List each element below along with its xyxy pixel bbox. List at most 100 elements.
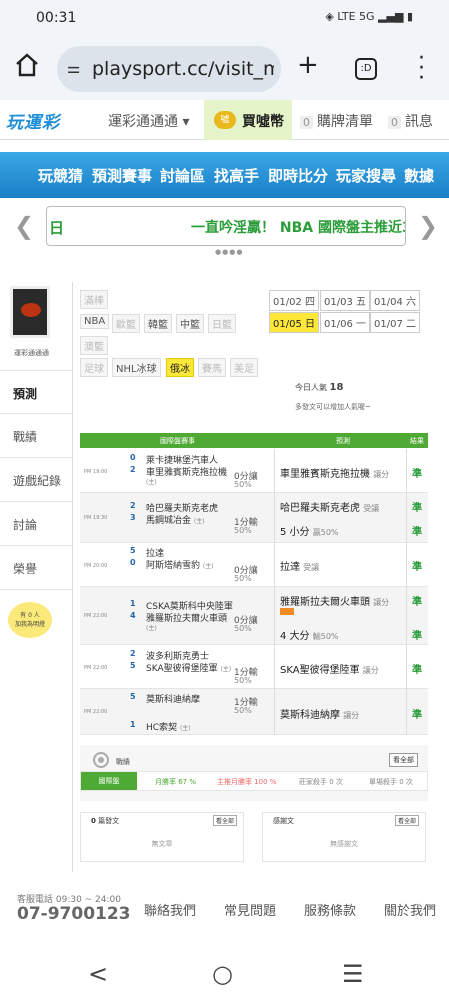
sidebar-item-discussion[interactable]: 討論 bbox=[0, 502, 72, 546]
team-home: 車里雅賓斯克拖拉機 bbox=[146, 468, 228, 478]
filter-euro-basket[interactable]: 歐籃 bbox=[112, 314, 140, 333]
record-panel: 戰績 看全部 國際盤 月勝率 67 % 主推月勝率 100 % 莊家殺手 0 次… bbox=[80, 745, 428, 801]
posts-box: 0 篇發文 看全部 無文章 bbox=[80, 812, 244, 862]
service-phone[interactable]: 07-9700123 bbox=[17, 904, 131, 924]
date-0106[interactable]: 01/06 一 bbox=[320, 312, 370, 333]
table-row[interactable]: PM 22:00 2 5 波多利斯克勇士 SKA聖彼得堡陸軍 (主) 1分輸 5… bbox=[80, 645, 428, 689]
lottery-dropdown[interactable]: 運彩通通通 ▾ bbox=[108, 111, 189, 131]
date-0103[interactable]: 01/03 五 bbox=[320, 290, 370, 311]
filter-cba[interactable]: 中籃 bbox=[176, 314, 204, 333]
posts-more-button[interactable]: 看全部 bbox=[212, 815, 237, 826]
table-row[interactable]: PM 19:30 2 3 哈巴羅夫斯克老虎 馬鋼城冶金 (主) 1分輸 50% … bbox=[80, 493, 428, 543]
tab-switcher-icon[interactable]: :D bbox=[355, 58, 377, 80]
score-away: 5 bbox=[130, 692, 136, 701]
menu-icon[interactable]: · · · bbox=[418, 48, 425, 90]
home-marker: (主) bbox=[146, 479, 157, 486]
thanks-title: 感謝文 bbox=[273, 817, 294, 825]
table-row[interactable]: PM 22:00 5 1 莫斯科迪納摩 HC索契 (主) 1分輸 50% 莫斯科… bbox=[80, 689, 428, 735]
site-logo[interactable]: 玩運彩 bbox=[6, 108, 60, 133]
url-text[interactable]: playsport.cc/visit_mer bbox=[92, 58, 274, 80]
marquee-text-left: 日 bbox=[49, 219, 65, 237]
menu-item-livescore[interactable]: 即時比分 bbox=[268, 165, 328, 186]
menu-item-forum[interactable]: 討論區 bbox=[160, 165, 205, 186]
result: 準 bbox=[412, 562, 422, 573]
sidebar-item-game-log[interactable]: 遊戲紀錄 bbox=[0, 458, 72, 502]
home-button-icon[interactable]: ○ bbox=[212, 960, 233, 988]
filter-kbl[interactable]: 韓籃 bbox=[144, 314, 172, 333]
result: 準 bbox=[412, 597, 422, 608]
target-icon bbox=[93, 752, 109, 768]
result-total: 準 bbox=[412, 527, 422, 538]
user-name: 運彩通通通 bbox=[14, 349, 49, 357]
sidebar-item-record[interactable]: 戰績 bbox=[0, 414, 72, 458]
menu-item-experts[interactable]: 找高手 bbox=[214, 165, 259, 186]
filter-mlb[interactable]: 滿棒 bbox=[80, 290, 108, 309]
back-icon[interactable]: < bbox=[88, 960, 108, 988]
score-away: 2 bbox=[130, 501, 136, 510]
news-marquee: ❮ 日 一直吟淫贏！ NBA 國際盤主推近3 ❯ ●●●● bbox=[0, 204, 449, 264]
buy-coin-button[interactable]: 噓 買噓幣 bbox=[204, 100, 292, 140]
footer-link-faq[interactable]: 常見問題 bbox=[224, 900, 276, 919]
monthly-win-rate: 月勝率 67 % bbox=[155, 778, 197, 786]
new-tab-icon[interactable]: + bbox=[297, 50, 319, 80]
filter-horse[interactable]: 賽馬 bbox=[198, 358, 226, 377]
date-0102[interactable]: 01/02 四 bbox=[269, 290, 319, 311]
result-total: 準 bbox=[412, 631, 422, 642]
score-away: 5 bbox=[130, 546, 136, 555]
team-away: 莫斯科迪納摩 bbox=[146, 695, 201, 705]
home-icon[interactable] bbox=[14, 52, 40, 78]
address-bar[interactable]: ⚌ playsport.cc/visit_mer bbox=[57, 46, 281, 92]
cart-count: 0 bbox=[300, 116, 313, 129]
menu-item-data[interactable]: 數據 bbox=[404, 165, 434, 186]
filter-nbl[interactable]: 澳籃 bbox=[80, 336, 108, 355]
cart-link[interactable]: 0 購牌清單 bbox=[300, 111, 373, 131]
match-time: PM 22:00 bbox=[84, 709, 108, 715]
menu-item-play[interactable]: 玩競猜 bbox=[38, 165, 83, 186]
filter-nfl[interactable]: 美足 bbox=[230, 358, 258, 377]
footer-link-contact[interactable]: 聯絡我們 bbox=[144, 900, 196, 919]
coin-icon: 噓 bbox=[214, 111, 236, 129]
table-row[interactable]: PM 19:00 0 2 萊卡捷琳堡汽車人 車里雅賓斯克拖拉機 (主) 0分讓 … bbox=[80, 449, 428, 493]
table-row[interactable]: PM 22:00 1 4 CSKA莫斯科中央陸軍 雅羅斯拉夫爾火車頭 (主) 0… bbox=[80, 587, 428, 645]
record-more-button[interactable]: 看全部 bbox=[389, 753, 418, 767]
date-0107[interactable]: 01/07 二 bbox=[370, 312, 420, 333]
popularity-value: 18 bbox=[329, 382, 344, 393]
filter-soccer[interactable]: 足球 bbox=[80, 358, 108, 377]
footer-link-terms[interactable]: 服務條款 bbox=[304, 900, 356, 919]
menu-item-predict[interactable]: 預測賽事 bbox=[92, 165, 152, 186]
team-home: 馬鋼城冶金 (主) bbox=[146, 516, 205, 526]
table-row[interactable]: PM 20:00 5 0 拉達 阿斯塔納雪豹 (主) 0分讓 50% 拉達 受讓… bbox=[80, 543, 428, 587]
match-table-header: 國際盤賽事 預測 結果 bbox=[80, 433, 428, 448]
filter-nba[interactable]: NBA bbox=[80, 314, 110, 329]
menu-item-player-search[interactable]: 玩家搜尋 bbox=[336, 165, 396, 186]
posts-empty: 無文章 bbox=[151, 840, 173, 848]
chevron-left-icon[interactable]: ❮ bbox=[14, 212, 34, 240]
tab-international[interactable]: 國際盤 bbox=[81, 772, 137, 790]
message-link[interactable]: 0 訊息 bbox=[388, 111, 433, 131]
filter-nhl[interactable]: NHL冰球 bbox=[112, 358, 161, 377]
prediction: 車里雅賓斯克拖拉機 讓分 bbox=[280, 469, 390, 480]
home-marker: (主) bbox=[146, 625, 157, 632]
footer-link-about[interactable]: 關於我們 bbox=[384, 900, 436, 919]
popularity-note: 多發文可以增加人氣喔~ bbox=[295, 403, 371, 411]
single-killer: 單場殺手 0 次 bbox=[369, 778, 413, 786]
prediction: 雅羅斯拉夫爾火車頭 讓分 bbox=[280, 597, 390, 608]
thanks-more-button[interactable]: 看全部 bbox=[394, 815, 419, 826]
date-0105[interactable]: 01/05 日 bbox=[269, 312, 319, 333]
score-home: 4 bbox=[130, 611, 136, 620]
filter-bleague[interactable]: 日籃 bbox=[208, 314, 236, 333]
recent-apps-icon[interactable]: ☰ bbox=[342, 960, 364, 988]
bulb-count: 有 0 人 bbox=[20, 612, 40, 619]
popularity-label: 今日人氣 bbox=[295, 383, 327, 392]
thanks-box: 感謝文 看全部 無感謝文 bbox=[262, 812, 426, 862]
score-away: 0 bbox=[130, 453, 136, 462]
sidebar-item-predict[interactable]: 預測 bbox=[0, 370, 72, 414]
chevron-right-icon[interactable]: ❯ bbox=[418, 212, 438, 240]
light-bulb-icon[interactable]: 有 0 人 加我為明燈 bbox=[8, 602, 52, 638]
filter-khl[interactable]: 俄冰 bbox=[166, 358, 194, 377]
sidebar-item-honor[interactable]: 榮譽 bbox=[0, 546, 72, 590]
site-settings-icon[interactable]: ⚌ bbox=[67, 59, 80, 77]
date-0104[interactable]: 01/04 六 bbox=[370, 290, 420, 311]
marquee-box[interactable]: 日 一直吟淫贏！ NBA 國際盤主推近3 bbox=[46, 206, 406, 246]
footer: 客服電話 09:30 ~ 24:00 07-9700123 聯絡我們 常見問題 … bbox=[0, 884, 449, 944]
